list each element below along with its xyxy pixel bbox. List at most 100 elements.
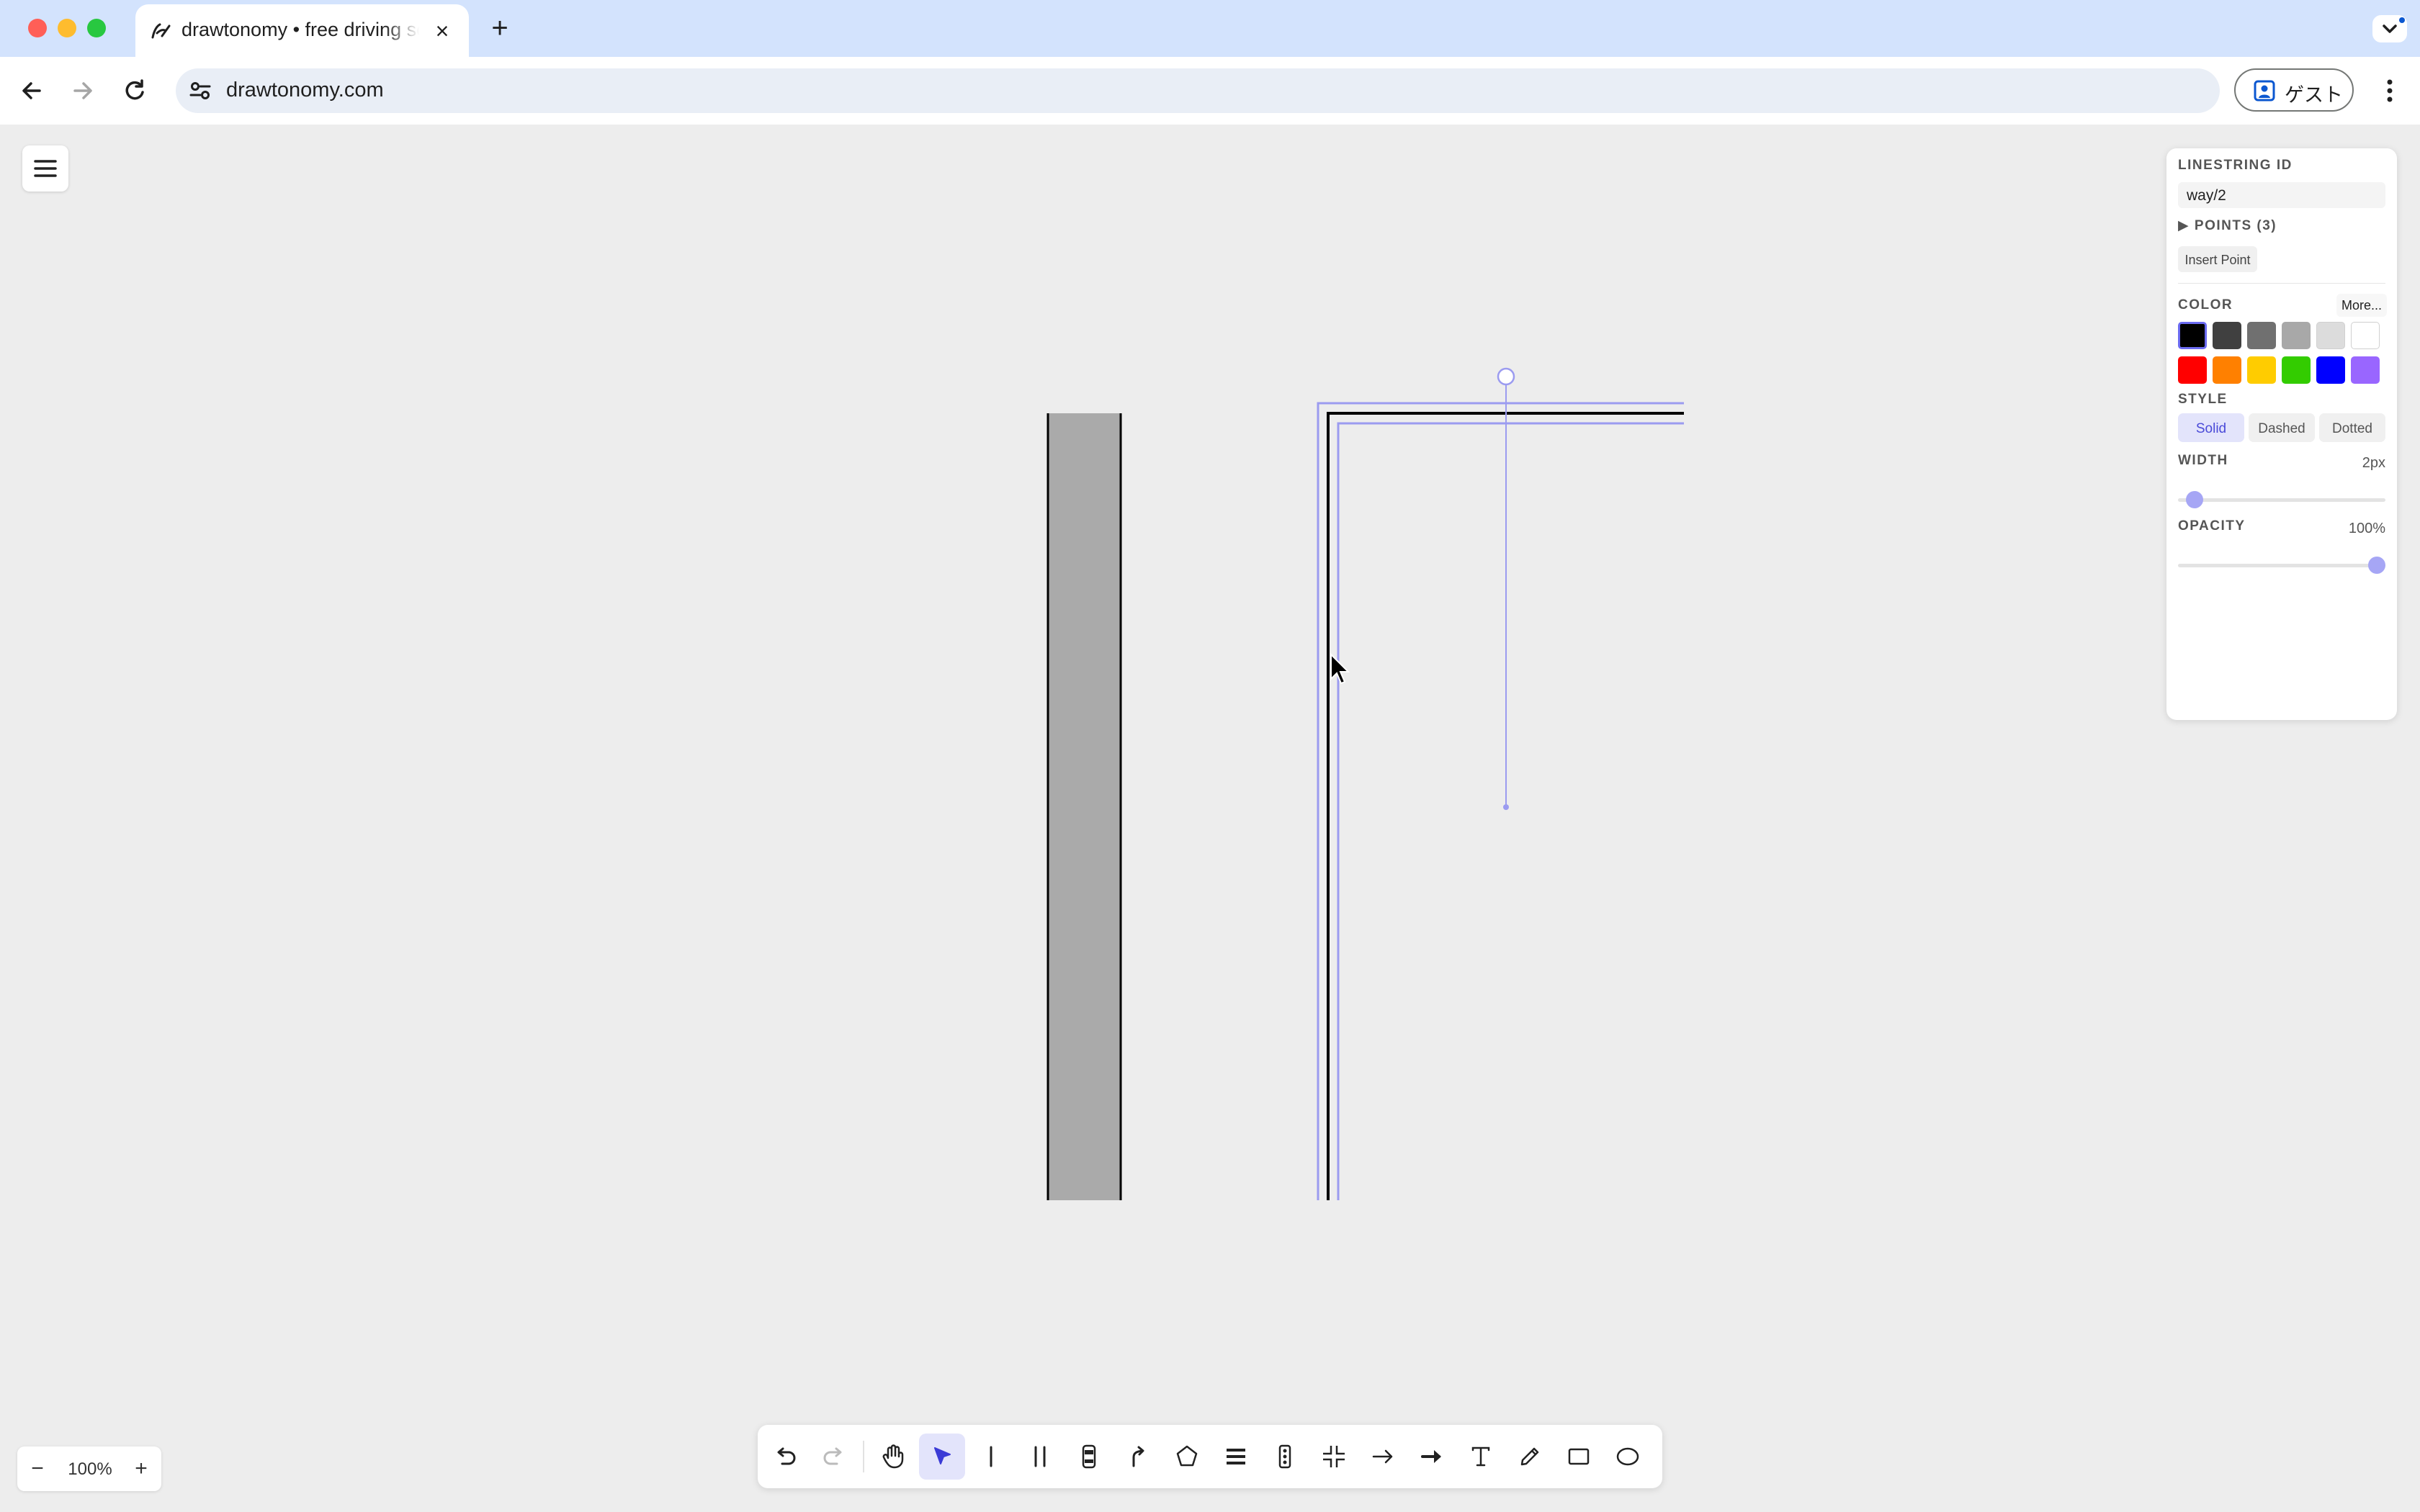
thick-arrow-icon: [1421, 1450, 1441, 1463]
forward-icon[interactable]: [65, 73, 101, 109]
address-bar[interactable]: drawtonomy.com: [176, 68, 2220, 113]
zoom-control: − 100% +: [17, 1446, 161, 1491]
color-swatch[interactable]: [2282, 356, 2311, 384]
zoom-in-button[interactable]: +: [127, 1454, 156, 1484]
width-slider-thumb[interactable]: [2185, 491, 2203, 508]
color-swatch[interactable]: [2316, 322, 2345, 349]
selected-linestring[interactable]: [1317, 402, 1684, 1200]
color-swatch[interactable]: [2282, 322, 2311, 349]
chevron-down-icon: [2383, 17, 2405, 33]
thick-arrow-tool[interactable]: [1409, 1434, 1455, 1480]
opacity-value: 100%: [2348, 521, 2385, 536]
zoom-out-button[interactable]: −: [23, 1454, 52, 1484]
opacity-slider-thumb[interactable]: [2368, 557, 2385, 574]
browser-tab-bar: drawtonomy • free driving scenario × +: [0, 0, 2420, 57]
color-swatch[interactable]: [2213, 322, 2241, 349]
double-lane-tool[interactable]: [1017, 1434, 1063, 1480]
window-maximize-button[interactable]: [87, 19, 106, 37]
color-swatch[interactable]: [2178, 322, 2207, 349]
color-swatch[interactable]: [2351, 356, 2380, 384]
vehicle-tool[interactable]: [1066, 1434, 1112, 1480]
back-icon[interactable]: [14, 73, 50, 109]
pencil-icon: [1520, 1447, 1539, 1466]
tab-search-button[interactable]: [2372, 15, 2407, 42]
style-solid-label: Solid: [2195, 421, 2227, 436]
linestring-id-label: LINESTRING ID: [2178, 158, 2293, 173]
arrow-tool[interactable]: [1360, 1434, 1406, 1480]
crosswalk-tool[interactable]: [1213, 1434, 1259, 1480]
tool-separator: [863, 1441, 864, 1472]
points-toggle[interactable]: ▶ POINTS (3): [2178, 217, 2277, 234]
polygon-tool[interactable]: [1164, 1434, 1210, 1480]
undo-button[interactable]: [762, 1434, 808, 1480]
road-lane[interactable]: [1048, 413, 1121, 1200]
traffic-light-icon: [1278, 1444, 1291, 1469]
color-swatch[interactable]: [2316, 356, 2345, 384]
crosswalk-icon: [1227, 1449, 1245, 1464]
more-vert-icon[interactable]: [2375, 73, 2404, 109]
rotation-handle[interactable]: [1497, 367, 1515, 386]
path-tool[interactable]: [1115, 1434, 1161, 1480]
profile-label: ゲスト: [2285, 84, 2343, 106]
color-swatch[interactable]: [2213, 356, 2241, 384]
style-label: STYLE: [2178, 392, 2228, 407]
path-icon: [1132, 1446, 1144, 1467]
width-label: WIDTH: [2178, 453, 2228, 468]
handle-endpoint[interactable]: [1503, 804, 1509, 810]
insert-point-label: Insert Point: [2184, 253, 2251, 267]
main-menu-button[interactable]: [22, 145, 68, 192]
color-swatch[interactable]: [2351, 322, 2380, 349]
width-slider[interactable]: [2178, 491, 2385, 508]
canvas-drawing: [1047, 367, 1684, 1200]
color-label: COLOR: [2178, 297, 2233, 312]
reload-icon[interactable]: [117, 73, 153, 109]
color-swatch[interactable]: [2178, 356, 2207, 384]
tab-close-icon[interactable]: ×: [430, 19, 454, 43]
url-text[interactable]: drawtonomy.com: [226, 78, 384, 102]
zoom-level[interactable]: 100%: [60, 1459, 120, 1480]
window-minimize-button[interactable]: [58, 19, 76, 37]
single-lane-tool[interactable]: [968, 1434, 1014, 1480]
intersection-tool[interactable]: [1311, 1434, 1357, 1480]
color-swatch[interactable]: [2247, 322, 2276, 349]
new-tab-icon[interactable]: +: [485, 14, 514, 43]
style-dotted-button[interactable]: Dotted: [2319, 413, 2385, 442]
color-swatch[interactable]: [2247, 356, 2276, 384]
linestring-id-field[interactable]: way/2: [2178, 182, 2385, 208]
style-dashed-label: Dashed: [2258, 421, 2305, 436]
window-close-button[interactable]: [28, 19, 47, 37]
undo-icon: [777, 1447, 796, 1465]
style-dashed-button[interactable]: Dashed: [2249, 413, 2315, 442]
properties-panel: LINESTRING ID way/2 ▶ POINTS (3) Insert …: [2166, 148, 2397, 720]
redo-button[interactable]: [811, 1434, 857, 1480]
traffic-light-tool[interactable]: [1262, 1434, 1308, 1480]
insert-point-button[interactable]: Insert Point: [2178, 246, 2257, 272]
tool-bar: [758, 1425, 1662, 1488]
profile-button[interactable]: ゲスト: [2234, 68, 2354, 112]
vehicle-icon: [1082, 1444, 1096, 1469]
polygon-icon: [1176, 1445, 1198, 1467]
style-solid-button[interactable]: Solid: [2178, 413, 2244, 442]
style-dotted-label: Dotted: [2332, 421, 2372, 436]
browser-toolbar: drawtonomy.com ゲスト: [0, 57, 2420, 125]
single-lane-icon: [990, 1446, 992, 1467]
arrow-icon: [1372, 1449, 1393, 1464]
opacity-slider[interactable]: [2178, 557, 2385, 574]
text-tool[interactable]: [1458, 1434, 1504, 1480]
drawing-canvas[interactable]: LINESTRING ID way/2 ▶ POINTS (3) Insert …: [0, 125, 2420, 1512]
mouse-cursor-icon: [1330, 652, 1350, 685]
select-tool[interactable]: [919, 1434, 965, 1480]
hamburger-menu-icon: [34, 160, 57, 177]
pencil-tool[interactable]: [1507, 1434, 1553, 1480]
select-arrow-icon: [934, 1447, 951, 1464]
rectangle-tool[interactable]: [1556, 1434, 1602, 1480]
hand-tool[interactable]: [870, 1434, 916, 1480]
ellipse-tool[interactable]: [1605, 1434, 1651, 1480]
linestring-id-value: way/2: [2187, 187, 2226, 204]
tab-title: drawtonomy • free driving scenario: [182, 19, 419, 40]
site-settings-icon[interactable]: [187, 78, 213, 104]
browser-tab[interactable]: drawtonomy • free driving scenario ×: [135, 4, 469, 57]
panel-divider: [2178, 283, 2385, 284]
more-colors-button[interactable]: More...: [2336, 294, 2387, 317]
redo-icon: [823, 1447, 842, 1465]
